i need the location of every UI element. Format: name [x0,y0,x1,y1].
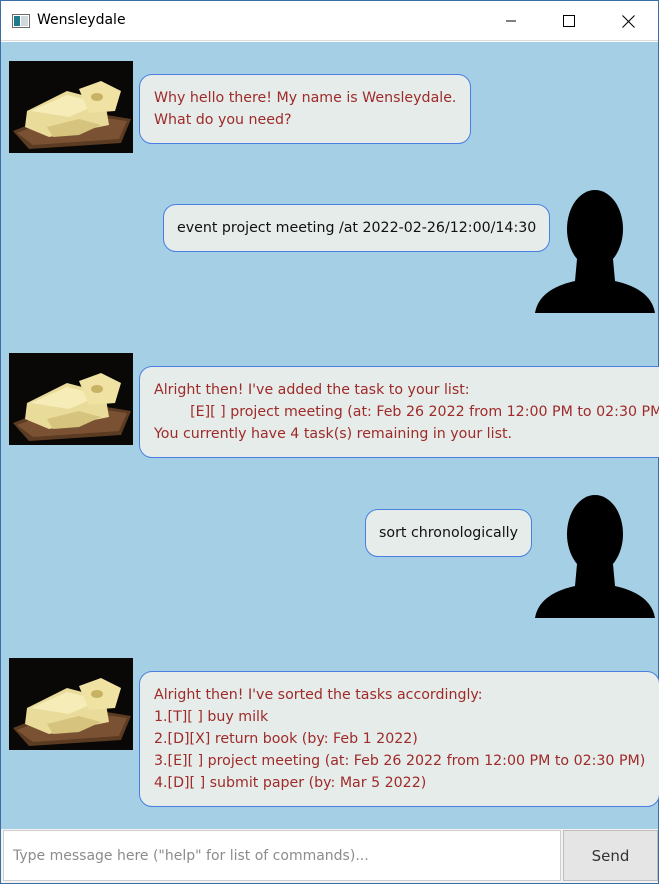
send-button[interactable]: Send [563,830,658,881]
cheese-avatar-icon [9,61,133,153]
minimize-icon [506,20,516,22]
close-icon [621,14,635,28]
user-message-bubble: event project meeting /at 2022-02-26/12:… [163,204,551,252]
maximize-icon [563,15,575,27]
bot-message-bubble: Alright then! I've added the task to you… [139,366,659,458]
app-window: Wensleydale Why hello there! My name is … [0,0,659,884]
bot-message-bubble: Alright then! I've sorted the tasks acco… [139,671,659,807]
chat-area[interactable]: Why hello there! My name is Wensleydale.… [1,42,659,829]
minimize-button[interactable] [482,1,540,41]
input-bar: Send [1,829,658,883]
maximize-button[interactable] [540,1,598,41]
user-silhouette-icon [535,495,655,618]
user-message-bubble: sort chronologically [365,509,532,557]
title-bar[interactable]: Wensleydale [1,1,658,41]
window-title: Wensleydale [37,12,126,28]
bot-message-bubble: Why hello there! My name is Wensleydale.… [139,74,472,144]
cheese-avatar-icon [9,353,133,445]
message-input[interactable] [3,830,561,881]
app-icon [12,14,30,28]
cheese-avatar-icon [9,658,133,750]
user-silhouette-icon [535,190,655,313]
close-button[interactable] [599,1,657,41]
